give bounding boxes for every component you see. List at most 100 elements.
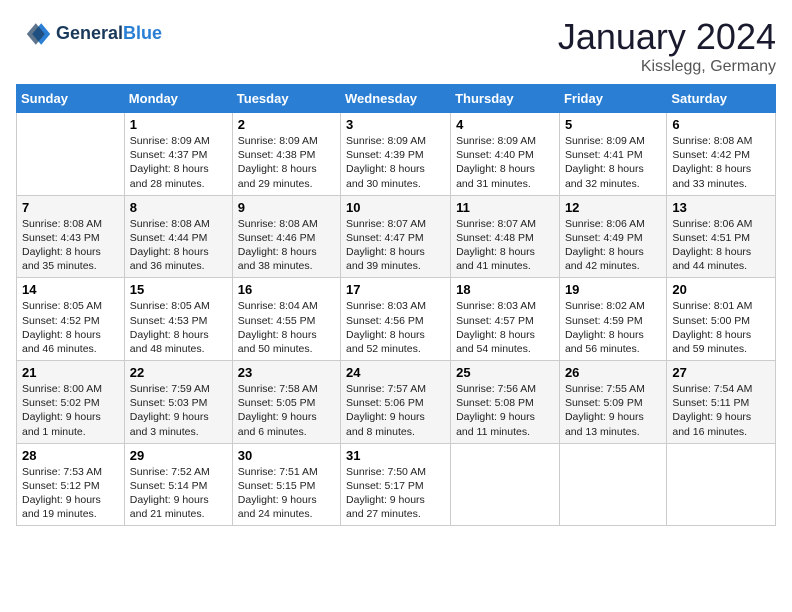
sunset-text: Sunset: 4:38 PM bbox=[238, 149, 316, 161]
header-friday: Friday bbox=[559, 85, 666, 113]
sunrise-text: Sunrise: 8:09 AM bbox=[346, 135, 426, 147]
day-number: 19 bbox=[565, 282, 661, 297]
sunset-text: Sunset: 4:44 PM bbox=[130, 232, 208, 244]
day-number: 31 bbox=[346, 448, 445, 463]
day-number: 21 bbox=[22, 365, 119, 380]
calendar-cell: 17 Sunrise: 8:03 AM Sunset: 4:56 PM Dayl… bbox=[341, 278, 451, 361]
sunrise-text: Sunrise: 8:07 AM bbox=[456, 218, 536, 230]
daylight-text: Daylight: 8 hours and 44 minutes. bbox=[672, 246, 751, 272]
sunrise-text: Sunrise: 7:55 AM bbox=[565, 383, 645, 395]
header-monday: Monday bbox=[124, 85, 232, 113]
sunset-text: Sunset: 5:14 PM bbox=[130, 480, 208, 492]
daylight-text: Daylight: 8 hours and 59 minutes. bbox=[672, 329, 751, 355]
sunset-text: Sunset: 4:41 PM bbox=[565, 149, 643, 161]
daylight-text: Daylight: 8 hours and 48 minutes. bbox=[130, 329, 209, 355]
cell-content: Sunrise: 7:55 AM Sunset: 5:09 PM Dayligh… bbox=[565, 382, 661, 439]
day-number: 3 bbox=[346, 117, 445, 132]
calendar-week-1: 1 Sunrise: 8:09 AM Sunset: 4:37 PM Dayli… bbox=[17, 113, 776, 196]
calendar-week-5: 28 Sunrise: 7:53 AM Sunset: 5:12 PM Dayl… bbox=[17, 443, 776, 526]
sunrise-text: Sunrise: 8:08 AM bbox=[130, 218, 210, 230]
cell-content: Sunrise: 8:07 AM Sunset: 4:47 PM Dayligh… bbox=[346, 217, 445, 274]
sunrise-text: Sunrise: 8:06 AM bbox=[565, 218, 645, 230]
calendar-cell: 25 Sunrise: 7:56 AM Sunset: 5:08 PM Dayl… bbox=[451, 361, 560, 444]
sunset-text: Sunset: 5:02 PM bbox=[22, 397, 100, 409]
calendar-cell: 11 Sunrise: 8:07 AM Sunset: 4:48 PM Dayl… bbox=[451, 195, 560, 278]
sunset-text: Sunset: 4:55 PM bbox=[238, 315, 316, 327]
calendar-cell: 23 Sunrise: 7:58 AM Sunset: 5:05 PM Dayl… bbox=[232, 361, 340, 444]
calendar-cell: 24 Sunrise: 7:57 AM Sunset: 5:06 PM Dayl… bbox=[341, 361, 451, 444]
sunrise-text: Sunrise: 8:03 AM bbox=[346, 300, 426, 312]
calendar-cell: 21 Sunrise: 8:00 AM Sunset: 5:02 PM Dayl… bbox=[17, 361, 125, 444]
daylight-text: Daylight: 8 hours and 50 minutes. bbox=[238, 329, 317, 355]
header-sunday: Sunday bbox=[17, 85, 125, 113]
sunrise-text: Sunrise: 8:04 AM bbox=[238, 300, 318, 312]
sunrise-text: Sunrise: 8:01 AM bbox=[672, 300, 752, 312]
daylight-text: Daylight: 8 hours and 56 minutes. bbox=[565, 329, 644, 355]
cell-content: Sunrise: 8:04 AM Sunset: 4:55 PM Dayligh… bbox=[238, 299, 335, 356]
day-number: 22 bbox=[130, 365, 227, 380]
cell-content: Sunrise: 8:06 AM Sunset: 4:49 PM Dayligh… bbox=[565, 217, 661, 274]
sunrise-text: Sunrise: 8:07 AM bbox=[346, 218, 426, 230]
day-number: 20 bbox=[672, 282, 770, 297]
sunset-text: Sunset: 5:12 PM bbox=[22, 480, 100, 492]
sunrise-text: Sunrise: 7:59 AM bbox=[130, 383, 210, 395]
daylight-text: Daylight: 9 hours and 24 minutes. bbox=[238, 494, 317, 520]
sunrise-text: Sunrise: 7:56 AM bbox=[456, 383, 536, 395]
calendar-cell: 15 Sunrise: 8:05 AM Sunset: 4:53 PM Dayl… bbox=[124, 278, 232, 361]
sunset-text: Sunset: 4:59 PM bbox=[565, 315, 643, 327]
location: Kisslegg, Germany bbox=[558, 58, 776, 76]
day-number: 9 bbox=[238, 200, 335, 215]
cell-content: Sunrise: 7:59 AM Sunset: 5:03 PM Dayligh… bbox=[130, 382, 227, 439]
calendar-cell bbox=[17, 113, 125, 196]
day-number: 5 bbox=[565, 117, 661, 132]
calendar-body: 1 Sunrise: 8:09 AM Sunset: 4:37 PM Dayli… bbox=[17, 113, 776, 526]
calendar-cell: 16 Sunrise: 8:04 AM Sunset: 4:55 PM Dayl… bbox=[232, 278, 340, 361]
daylight-text: Daylight: 8 hours and 29 minutes. bbox=[238, 163, 317, 189]
day-number: 10 bbox=[346, 200, 445, 215]
sunrise-text: Sunrise: 7:54 AM bbox=[672, 383, 752, 395]
daylight-text: Daylight: 9 hours and 1 minute. bbox=[22, 411, 101, 437]
day-number: 8 bbox=[130, 200, 227, 215]
day-number: 27 bbox=[672, 365, 770, 380]
sunrise-text: Sunrise: 8:06 AM bbox=[672, 218, 752, 230]
day-number: 29 bbox=[130, 448, 227, 463]
sunset-text: Sunset: 4:43 PM bbox=[22, 232, 100, 244]
daylight-text: Daylight: 9 hours and 6 minutes. bbox=[238, 411, 317, 437]
daylight-text: Daylight: 9 hours and 27 minutes. bbox=[346, 494, 425, 520]
day-number: 30 bbox=[238, 448, 335, 463]
sunset-text: Sunset: 4:57 PM bbox=[456, 315, 534, 327]
sunrise-text: Sunrise: 8:08 AM bbox=[238, 218, 318, 230]
sunrise-text: Sunrise: 8:09 AM bbox=[238, 135, 318, 147]
day-number: 17 bbox=[346, 282, 445, 297]
day-number: 23 bbox=[238, 365, 335, 380]
daylight-text: Daylight: 9 hours and 8 minutes. bbox=[346, 411, 425, 437]
calendar-cell: 30 Sunrise: 7:51 AM Sunset: 5:15 PM Dayl… bbox=[232, 443, 340, 526]
cell-content: Sunrise: 7:57 AM Sunset: 5:06 PM Dayligh… bbox=[346, 382, 445, 439]
day-number: 25 bbox=[456, 365, 554, 380]
calendar-cell: 13 Sunrise: 8:06 AM Sunset: 4:51 PM Dayl… bbox=[667, 195, 776, 278]
cell-content: Sunrise: 8:05 AM Sunset: 4:53 PM Dayligh… bbox=[130, 299, 227, 356]
calendar-week-3: 14 Sunrise: 8:05 AM Sunset: 4:52 PM Dayl… bbox=[17, 278, 776, 361]
calendar-cell: 9 Sunrise: 8:08 AM Sunset: 4:46 PM Dayli… bbox=[232, 195, 340, 278]
cell-content: Sunrise: 7:54 AM Sunset: 5:11 PM Dayligh… bbox=[672, 382, 770, 439]
cell-content: Sunrise: 8:08 AM Sunset: 4:44 PM Dayligh… bbox=[130, 217, 227, 274]
cell-content: Sunrise: 8:05 AM Sunset: 4:52 PM Dayligh… bbox=[22, 299, 119, 356]
cell-content: Sunrise: 8:03 AM Sunset: 4:57 PM Dayligh… bbox=[456, 299, 554, 356]
daylight-text: Daylight: 8 hours and 28 minutes. bbox=[130, 163, 209, 189]
calendar-cell: 6 Sunrise: 8:08 AM Sunset: 4:42 PM Dayli… bbox=[667, 113, 776, 196]
day-number: 26 bbox=[565, 365, 661, 380]
header-saturday: Saturday bbox=[667, 85, 776, 113]
day-number: 1 bbox=[130, 117, 227, 132]
sunset-text: Sunset: 4:56 PM bbox=[346, 315, 424, 327]
calendar-cell: 4 Sunrise: 8:09 AM Sunset: 4:40 PM Dayli… bbox=[451, 113, 560, 196]
daylight-text: Daylight: 8 hours and 36 minutes. bbox=[130, 246, 209, 272]
sunrise-text: Sunrise: 7:50 AM bbox=[346, 466, 426, 478]
calendar-cell: 8 Sunrise: 8:08 AM Sunset: 4:44 PM Dayli… bbox=[124, 195, 232, 278]
logo-icon bbox=[16, 16, 52, 52]
calendar-cell: 2 Sunrise: 8:09 AM Sunset: 4:38 PM Dayli… bbox=[232, 113, 340, 196]
sunrise-text: Sunrise: 7:51 AM bbox=[238, 466, 318, 478]
calendar-cell bbox=[559, 443, 666, 526]
daylight-text: Daylight: 8 hours and 32 minutes. bbox=[565, 163, 644, 189]
calendar-header: Sunday Monday Tuesday Wednesday Thursday… bbox=[17, 85, 776, 113]
day-number: 18 bbox=[456, 282, 554, 297]
